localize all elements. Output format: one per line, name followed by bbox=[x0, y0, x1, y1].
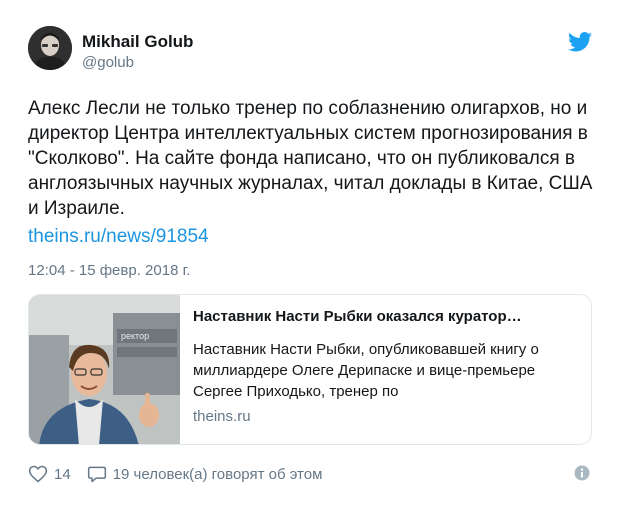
author-name[interactable]: Mikhail Golub bbox=[82, 32, 193, 52]
link-preview-body: Наставник Насти Рыбки оказался куратор… … bbox=[193, 307, 581, 425]
like-count: 14 bbox=[54, 465, 71, 483]
embedded-tweet: Mikhail Golub @golub Алекс Лесли не толь… bbox=[0, 0, 620, 506]
tweet-actions: 14 19 человек(а) говорят об этом bbox=[28, 462, 322, 486]
link-preview-title[interactable]: Наставник Насти Рыбки оказался куратор… bbox=[193, 307, 581, 327]
conversation-button[interactable]: 19 человек(а) говорят об этом bbox=[87, 464, 323, 484]
like-button[interactable]: 14 bbox=[28, 464, 71, 484]
link-preview-card[interactable]: ректор Наставник Насти Рыбки оказался ку… bbox=[28, 294, 592, 445]
conversation-count: 19 человек(а) говорят об этом bbox=[112, 465, 323, 483]
info-icon[interactable] bbox=[574, 465, 590, 481]
image-sign-text: ректор bbox=[121, 331, 149, 341]
speech-bubble-icon bbox=[87, 466, 106, 483]
tweet-link[interactable]: theins.ru/news/91854 bbox=[28, 226, 209, 248]
link-preview-description: Наставник Насти Рыбки, опубликовавшей кн… bbox=[193, 341, 539, 400]
heart-icon bbox=[28, 465, 48, 483]
twitter-bird-icon[interactable] bbox=[568, 32, 592, 52]
tweet-timestamp[interactable]: 12:04 - 15 февр. 2018 г. bbox=[28, 262, 190, 279]
link-preview-domain: theins.ru bbox=[193, 408, 251, 425]
tweet-text: Алекс Лесли не только тренер по соблазне… bbox=[28, 98, 593, 219]
author-handle[interactable]: @golub bbox=[82, 54, 134, 71]
avatar[interactable] bbox=[28, 26, 72, 70]
avatar-image bbox=[28, 26, 72, 70]
link-preview-image: ректор bbox=[29, 295, 180, 444]
